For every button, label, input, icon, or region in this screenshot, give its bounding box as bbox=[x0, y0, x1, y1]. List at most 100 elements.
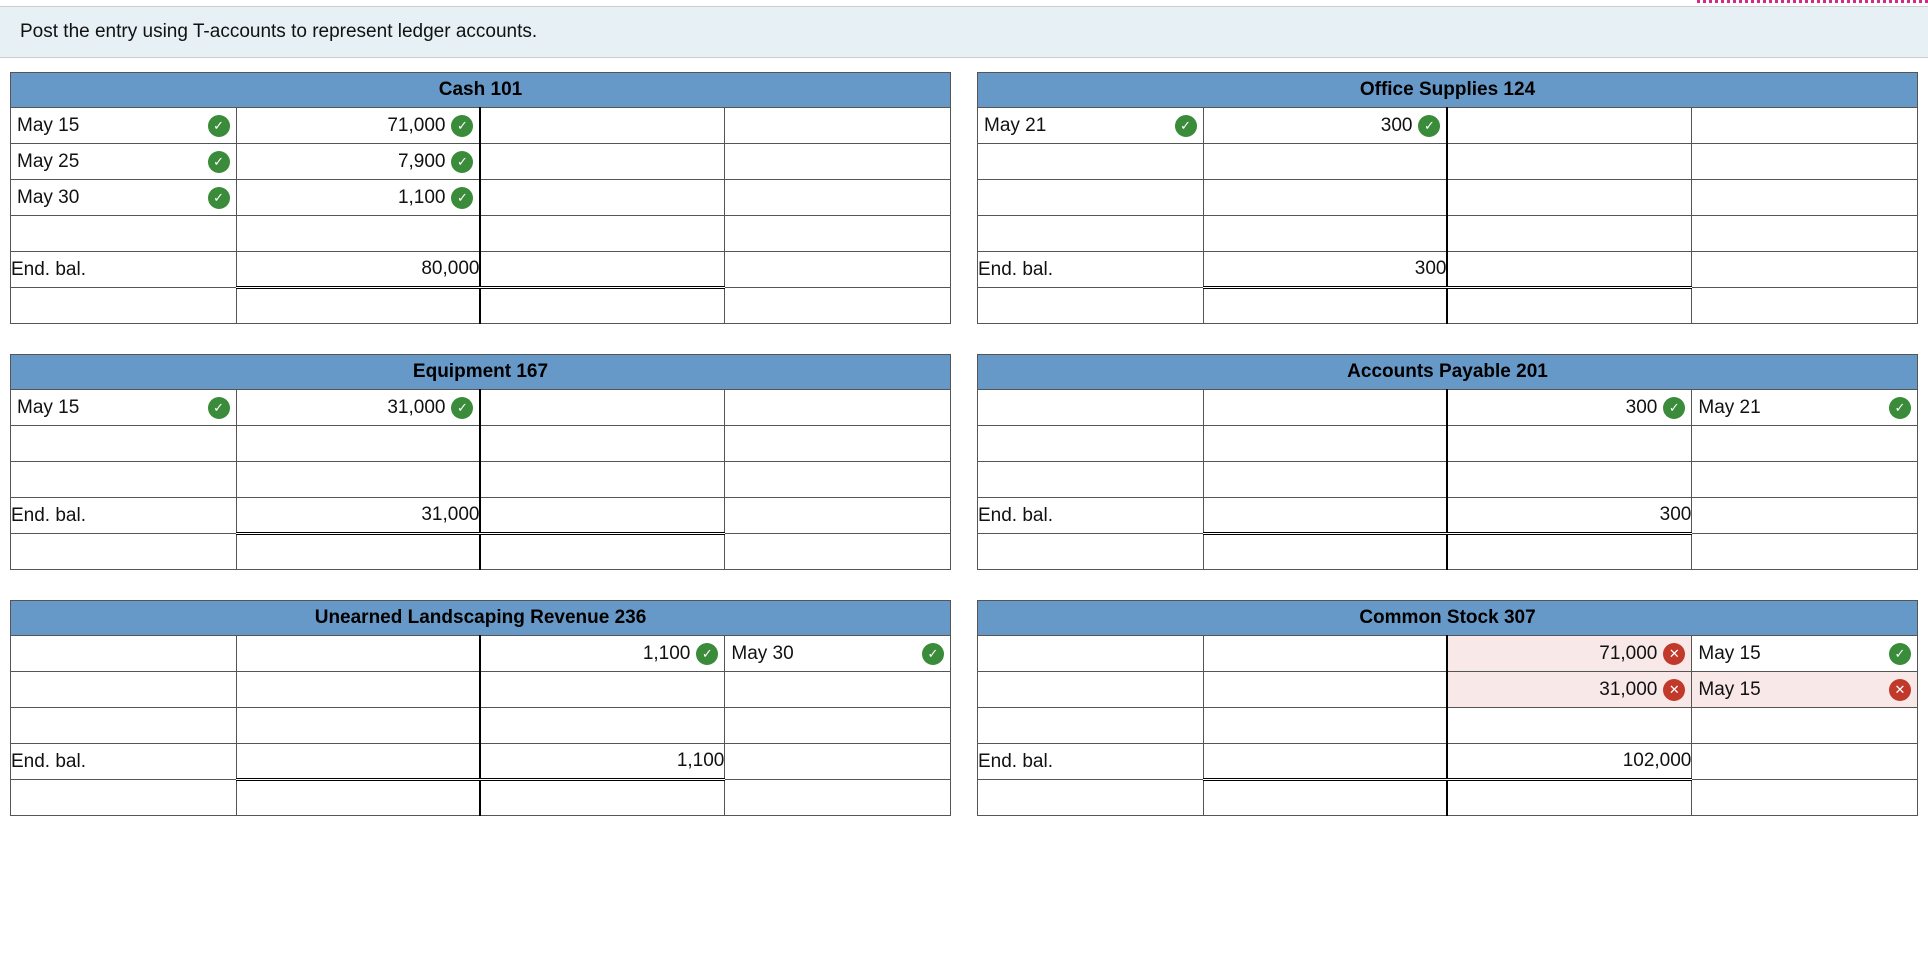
debit-date-cell[interactable] bbox=[11, 216, 237, 252]
credit-date-cell[interactable] bbox=[725, 108, 951, 144]
credit-amount-cell[interactable]: 1,100✓ bbox=[480, 636, 724, 672]
end-bal-label: End. bal. bbox=[11, 744, 237, 780]
debit-amount-cell[interactable]: 71,000✓ bbox=[236, 108, 480, 144]
debit-amount-cell[interactable] bbox=[1203, 216, 1447, 252]
t-account: Office Supplies 124May 21✓300✓ End. bal.3… bbox=[977, 72, 1918, 324]
debit-amount-cell[interactable] bbox=[1203, 426, 1447, 462]
credit-date-cell[interactable] bbox=[725, 144, 951, 180]
credit-date-cell[interactable] bbox=[725, 390, 951, 426]
credit-date-cell[interactable] bbox=[725, 462, 951, 498]
entry-row: 31,000✕May 15✕ bbox=[978, 672, 1918, 708]
debit-date-cell[interactable] bbox=[978, 180, 1204, 216]
credit-amount-cell[interactable] bbox=[480, 708, 724, 744]
entry-row bbox=[11, 426, 951, 462]
credit-date-cell[interactable] bbox=[1692, 462, 1918, 498]
entry-row bbox=[978, 462, 1918, 498]
check-icon: ✓ bbox=[208, 187, 230, 209]
credit-amount-cell[interactable] bbox=[480, 108, 724, 144]
debit-date-cell[interactable] bbox=[978, 462, 1204, 498]
credit-date-cell[interactable] bbox=[1692, 180, 1918, 216]
debit-date-cell[interactable] bbox=[11, 708, 237, 744]
debit-amount-cell[interactable]: 7,900✓ bbox=[236, 144, 480, 180]
credit-date-cell[interactable]: May 15✓ bbox=[1692, 636, 1918, 672]
debit-date-cell[interactable]: May 15✓ bbox=[11, 108, 237, 144]
credit-amount-cell[interactable] bbox=[480, 390, 724, 426]
credit-amount-cell[interactable] bbox=[1447, 144, 1691, 180]
debit-date-cell[interactable] bbox=[978, 390, 1204, 426]
debit-amount-cell[interactable] bbox=[236, 708, 480, 744]
debit-amount-cell[interactable] bbox=[1203, 390, 1447, 426]
debit-date-cell[interactable] bbox=[978, 672, 1204, 708]
debit-amount-cell[interactable] bbox=[236, 636, 480, 672]
debit-amount-cell[interactable] bbox=[236, 216, 480, 252]
debit-amount-cell[interactable] bbox=[236, 426, 480, 462]
credit-amount-cell[interactable] bbox=[480, 672, 724, 708]
debit-amount-cell[interactable] bbox=[236, 672, 480, 708]
credit-amount-cell[interactable] bbox=[480, 144, 724, 180]
debit-amount-cell[interactable]: 300✓ bbox=[1203, 108, 1447, 144]
credit-date-cell[interactable] bbox=[725, 672, 951, 708]
credit-amount-cell[interactable] bbox=[1447, 462, 1691, 498]
credit-date-cell[interactable]: May 15✕ bbox=[1692, 672, 1918, 708]
credit-amount-cell[interactable]: 31,000✕ bbox=[1447, 672, 1691, 708]
account-title: Office Supplies 124 bbox=[978, 73, 1918, 108]
credit-amount-cell[interactable] bbox=[480, 180, 724, 216]
credit-amount-cell[interactable] bbox=[480, 426, 724, 462]
credit-amount-cell[interactable] bbox=[1447, 108, 1691, 144]
credit-amount-cell[interactable] bbox=[1447, 180, 1691, 216]
t-accounts-layout: Cash 101May 15✓71,000✓May 25✓7,900✓May 3… bbox=[0, 72, 1928, 816]
credit-amount-cell[interactable]: 300✓ bbox=[1447, 390, 1691, 426]
debit-amount-cell[interactable]: 31,000✓ bbox=[236, 390, 480, 426]
debit-amount-cell[interactable]: 1,100✓ bbox=[236, 180, 480, 216]
credit-date-cell[interactable] bbox=[725, 216, 951, 252]
debit-date-cell[interactable] bbox=[11, 426, 237, 462]
credit-amount-cell[interactable] bbox=[480, 216, 724, 252]
debit-amount-cell[interactable] bbox=[1203, 180, 1447, 216]
ending-balance-row: End. bal. 1,100 bbox=[11, 744, 951, 780]
credit-date-cell[interactable] bbox=[1692, 426, 1918, 462]
entry-row: May 15✓71,000✓ bbox=[11, 108, 951, 144]
credit-amount-cell[interactable] bbox=[1447, 216, 1691, 252]
debit-date-cell[interactable] bbox=[11, 636, 237, 672]
debit-amount-cell[interactable] bbox=[1203, 462, 1447, 498]
blank-row bbox=[978, 780, 1918, 816]
debit-amount-cell[interactable] bbox=[1203, 672, 1447, 708]
end-bal-debit bbox=[236, 744, 480, 780]
credit-date-cell[interactable] bbox=[725, 180, 951, 216]
credit-date-cell[interactable]: May 30✓ bbox=[725, 636, 951, 672]
ending-balance-row: End. bal.300 bbox=[978, 252, 1918, 288]
credit-date-cell[interactable] bbox=[1692, 108, 1918, 144]
end-bal-credit: 1,100 bbox=[480, 744, 724, 780]
debit-amount-cell[interactable] bbox=[1203, 636, 1447, 672]
credit-date-cell[interactable] bbox=[1692, 216, 1918, 252]
credit-amount-cell[interactable]: 71,000✕ bbox=[1447, 636, 1691, 672]
credit-date-cell[interactable] bbox=[1692, 144, 1918, 180]
entry-row: May 30✓1,100✓ bbox=[11, 180, 951, 216]
debit-date-cell[interactable]: May 15✓ bbox=[11, 390, 237, 426]
credit-amount-cell[interactable] bbox=[480, 462, 724, 498]
credit-date-cell[interactable] bbox=[725, 708, 951, 744]
ending-balance-row: End. bal.300 bbox=[978, 498, 1918, 534]
end-bal-credit bbox=[480, 252, 724, 288]
debit-amount-cell[interactable] bbox=[236, 462, 480, 498]
debit-amount-cell[interactable] bbox=[1203, 144, 1447, 180]
debit-date-cell[interactable] bbox=[978, 708, 1204, 744]
debit-date-cell[interactable] bbox=[978, 216, 1204, 252]
debit-date-cell[interactable]: May 25✓ bbox=[11, 144, 237, 180]
credit-date-cell[interactable]: May 21✓ bbox=[1692, 390, 1918, 426]
credit-amount-cell[interactable] bbox=[1447, 426, 1691, 462]
entry-row: 71,000✕May 15✓ bbox=[978, 636, 1918, 672]
debit-date-cell[interactable]: May 30✓ bbox=[11, 180, 237, 216]
credit-amount-cell[interactable] bbox=[1447, 708, 1691, 744]
credit-date-cell[interactable] bbox=[725, 426, 951, 462]
debit-date-cell[interactable] bbox=[11, 462, 237, 498]
debit-date-cell[interactable] bbox=[978, 426, 1204, 462]
check-icon: ✓ bbox=[451, 115, 473, 137]
debit-date-cell[interactable]: May 21✓ bbox=[978, 108, 1204, 144]
debit-amount-cell[interactable] bbox=[1203, 708, 1447, 744]
debit-date-cell[interactable] bbox=[978, 636, 1204, 672]
t-account: Common Stock 30771,000✕May 15✓31,000✕May… bbox=[977, 600, 1918, 816]
debit-date-cell[interactable] bbox=[978, 144, 1204, 180]
debit-date-cell[interactable] bbox=[11, 672, 237, 708]
credit-date-cell[interactable] bbox=[1692, 708, 1918, 744]
